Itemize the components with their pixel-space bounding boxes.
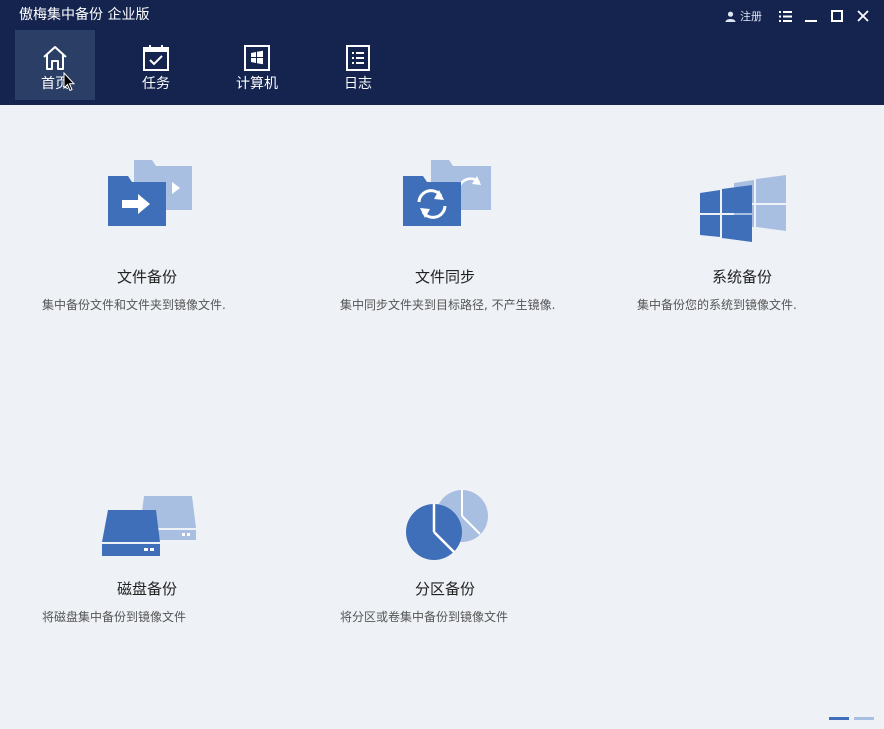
card-system-backup[interactable]: 系统备份 集中备份您的系统到镜像文件. [636,150,876,320]
page-dot-2[interactable] [854,717,874,720]
card-title: 磁盘备份 [117,580,178,598]
minimize-icon [805,20,817,22]
menu-list-icon [778,10,792,22]
file-sync-icon [403,160,491,226]
card-description: 集中备份文件和文件夹到镜像文件. [42,298,226,312]
mouse-cursor-icon [63,72,75,92]
card-title: 分区备份 [415,580,476,598]
card-title: 文件备份 [117,268,178,286]
card-disk-backup[interactable]: 磁盘备份 将磁盘集中备份到镜像文件 [40,490,280,630]
card-file-sync[interactable]: 文件同步 集中同步文件夹到目标路径, 不产生镜像. [338,150,578,320]
app-title: 傲梅集中备份 企业版 [19,7,150,23]
tab-tasks[interactable]: 任务 [116,30,196,100]
maximize-icon [831,10,843,22]
main-nav: 首页 任务 计算机 日志 [15,30,419,100]
page-indicator [824,717,874,720]
task-icon [143,45,169,71]
card-file-backup[interactable]: 文件备份 集中备份文件和文件夹到镜像文件. [40,150,280,320]
card-title: 系统备份 [712,268,773,286]
partition-backup-icon [406,490,488,560]
maximize-button[interactable] [824,6,850,26]
card-description: 将磁盘集中备份到镜像文件 [42,610,187,624]
close-icon [857,10,869,22]
system-backup-icon [700,175,786,242]
page-dot-1[interactable] [829,717,849,720]
tab-logs-label: 日志 [344,76,372,92]
menu-button[interactable] [772,6,798,26]
register-button[interactable]: 注册 [725,8,762,24]
computer-icon [244,45,270,71]
close-button[interactable] [850,6,876,26]
tab-logs[interactable]: 日志 [318,30,398,100]
card-description: 集中同步文件夹到目标路径, 不产生镜像. [340,298,556,312]
tab-computers-label: 计算机 [236,76,278,92]
window-controls: 注册 [725,6,876,26]
file-backup-icon [108,160,192,226]
card-title: 文件同步 [415,268,476,286]
minimize-button[interactable] [798,6,824,26]
title-bar: 傲梅集中备份 企业版 注册 首页 任务 计算机 日志 [0,0,884,105]
user-icon [725,11,736,22]
home-icon [43,46,67,70]
card-description: 将分区或卷集中备份到镜像文件 [340,610,509,624]
disk-backup-icon [102,496,196,556]
log-icon [346,45,370,71]
register-label: 注册 [740,10,762,23]
card-partition-backup[interactable]: 分区备份 将分区或卷集中备份到镜像文件 [338,490,578,630]
tab-home[interactable]: 首页 [15,30,95,100]
card-description: 集中备份您的系统到镜像文件. [637,298,797,312]
tab-tasks-label: 任务 [142,76,170,92]
tab-computers[interactable]: 计算机 [217,30,297,100]
